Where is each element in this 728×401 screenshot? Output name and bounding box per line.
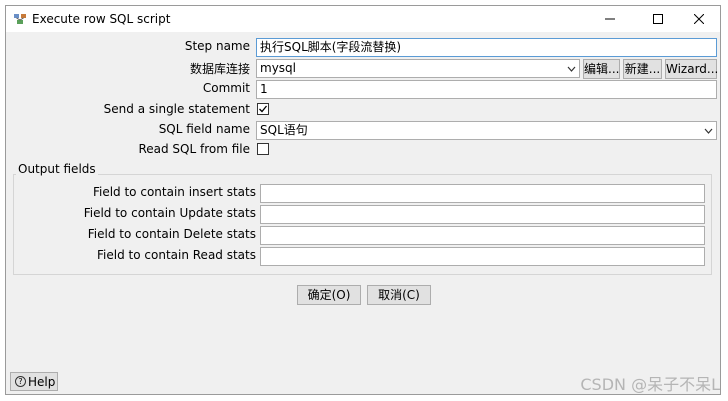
insert-stats-input[interactable]	[260, 184, 705, 203]
ok-button[interactable]: 确定(O)	[297, 285, 361, 305]
edit-connection-button[interactable]: 编辑...	[583, 59, 620, 79]
chevron-down-icon	[563, 60, 579, 77]
read-stats-input[interactable]	[260, 247, 705, 266]
commit-label: Commit	[202, 81, 250, 95]
sql-field-value: SQL语句	[260, 123, 308, 137]
read-sql-checkbox[interactable]	[257, 143, 269, 155]
update-stats-label: Field to contain Update stats	[83, 206, 256, 220]
close-button[interactable]	[679, 6, 719, 32]
connection-label: 数据库连接	[189, 62, 250, 76]
wizard-button[interactable]: Wizard...	[665, 59, 718, 79]
new-connection-button[interactable]: 新建...	[623, 59, 662, 79]
single-statement-label: Send a single statement	[103, 102, 250, 116]
help-button[interactable]: ? Help	[10, 372, 58, 391]
help-icon: ?	[15, 376, 26, 387]
window-title: Execute row SQL script	[32, 12, 171, 26]
minimize-button[interactable]	[590, 6, 630, 32]
read-stats-label: Field to contain Read stats	[97, 248, 256, 262]
chevron-down-icon	[700, 122, 716, 139]
delete-stats-label: Field to contain Delete stats	[87, 227, 256, 241]
cancel-button[interactable]: 取消(C)	[367, 285, 431, 305]
sql-field-select[interactable]: SQL语句	[256, 121, 717, 140]
title-bar: Execute row SQL script	[6, 6, 720, 32]
read-sql-label: Read SQL from file	[138, 142, 250, 156]
delete-stats-input[interactable]	[260, 226, 705, 245]
help-label: Help	[28, 374, 56, 389]
output-fields-title: Output fields	[16, 162, 98, 176]
step-name-input[interactable]: 执行SQL脚本(字段流替换)	[256, 38, 717, 57]
update-stats-input[interactable]	[260, 205, 705, 224]
step-name-label: Step name	[184, 39, 250, 53]
commit-input[interactable]: 1	[256, 80, 717, 99]
dialog-window: Execute row SQL script Step name 执行SQL脚本…	[5, 5, 721, 395]
connection-select[interactable]: mysql	[256, 59, 580, 78]
single-statement-checkbox[interactable]	[257, 103, 269, 115]
connection-value: mysql	[260, 61, 296, 75]
checkmark-icon	[259, 105, 268, 113]
sql-field-label: SQL field name	[158, 122, 250, 136]
app-icon	[13, 12, 27, 26]
watermark: CSDN @呆子不呆L	[580, 375, 720, 394]
maximize-button[interactable]	[638, 6, 678, 32]
close-icon	[694, 14, 704, 24]
maximize-icon	[653, 14, 663, 24]
insert-stats-label: Field to contain insert stats	[92, 185, 256, 199]
minimize-icon	[605, 18, 615, 20]
